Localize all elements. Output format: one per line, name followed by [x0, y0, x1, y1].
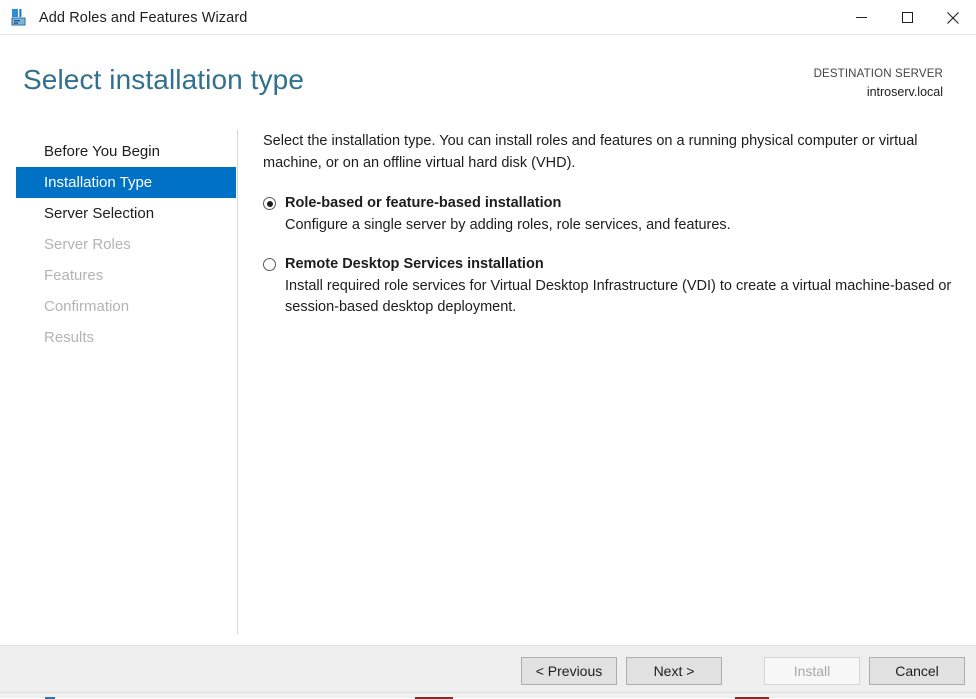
- sidebar-item-before-you-begin[interactable]: Before You Begin: [16, 136, 236, 167]
- radio-role-based-description: Configure a single server by adding role…: [285, 216, 731, 233]
- radio-remote-desktop-services-description: Install required role services for Virtu…: [285, 277, 952, 316]
- add-roles-and-features-wizard-window: Add Roles and Features Wizard Select ins…: [0, 0, 976, 699]
- destination-server-value: introserv.local: [866, 84, 943, 99]
- option-remote-desktop-services: Remote Desktop Services installation Ins…: [263, 255, 953, 319]
- installation-type-radio-group: Role-based or feature-based installation…: [263, 194, 953, 319]
- destination-server-block: DESTINATION SERVER introserv.local: [814, 66, 943, 101]
- radio-remote-desktop-services-label: Remote Desktop Services installation: [285, 255, 544, 272]
- sidebar-item-features: Features: [16, 260, 236, 291]
- sidebar-item-label: Results: [44, 329, 95, 346]
- sidebar-item-server-selection[interactable]: Server Selection: [16, 198, 236, 229]
- sidebar-item-label: Server Roles: [44, 236, 131, 253]
- sidebar-content-divider: [237, 130, 238, 634]
- next-button[interactable]: Next >: [626, 657, 722, 685]
- wizard-header: Select installation type DESTINATION SER…: [0, 35, 976, 121]
- page-title: Select installation type: [23, 64, 305, 95]
- footer-button-bar: < Previous Next > Install Cancel: [521, 657, 965, 685]
- sidebar-item-server-roles: Server Roles: [16, 229, 236, 260]
- sidebar-item-results: Results: [16, 322, 236, 353]
- radio-role-based-icon[interactable]: [263, 197, 276, 211]
- maximize-icon[interactable]: [884, 0, 930, 35]
- title-bar: Add Roles and Features Wizard: [0, 0, 976, 35]
- radio-row-remote-desktop-services[interactable]: Remote Desktop Services installation: [263, 255, 953, 274]
- sidebar-item-label: Server Selection: [44, 205, 155, 222]
- wizard-footer: < Previous Next > Install Cancel: [0, 645, 976, 692]
- wizard-body: Before You Begin Installation Type Serve…: [0, 121, 976, 645]
- destination-server-label: DESTINATION SERVER: [813, 68, 943, 80]
- instruction-text: Select the installation type. You can in…: [263, 133, 918, 172]
- sidebar-item-installation-type[interactable]: Installation Type: [16, 167, 236, 198]
- close-icon[interactable]: [930, 0, 976, 35]
- taskbar-strip: [0, 692, 976, 699]
- cancel-button[interactable]: Cancel: [869, 657, 965, 685]
- option-role-based: Role-based or feature-based installation…: [263, 194, 953, 237]
- wizard-step-navigation: Before You Begin Installation Type Serve…: [0, 136, 237, 353]
- install-button: Install: [764, 657, 860, 685]
- radio-role-based-label: Role-based or feature-based installation: [285, 195, 562, 212]
- minimize-icon[interactable]: [838, 0, 884, 35]
- window-controls: [838, 0, 976, 35]
- sidebar-item-label: Confirmation: [44, 298, 130, 315]
- window-title: Add Roles and Features Wizard: [39, 9, 248, 26]
- server-wizard-icon: [10, 8, 30, 28]
- previous-button[interactable]: < Previous: [521, 657, 617, 685]
- radio-row-role-based[interactable]: Role-based or feature-based installation: [263, 194, 953, 213]
- sidebar-item-label: Before You Begin: [44, 143, 160, 160]
- sidebar-item-confirmation: Confirmation: [16, 291, 236, 322]
- sidebar-item-label: Features: [44, 267, 104, 284]
- sidebar-item-label: Installation Type: [44, 174, 153, 191]
- content-pane: Select the installation type. You can in…: [263, 130, 953, 337]
- radio-remote-desktop-services-icon[interactable]: [263, 257, 276, 271]
